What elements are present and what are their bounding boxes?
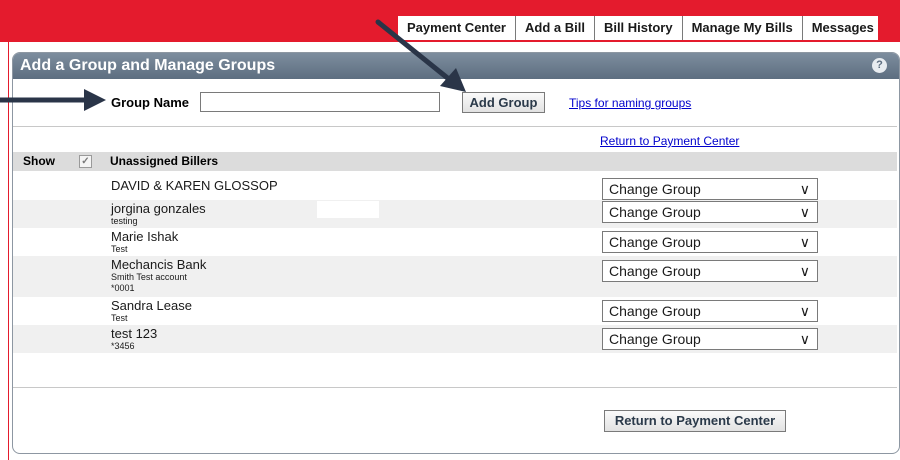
biller-nickname: Smith Test account	[111, 272, 187, 282]
group-name-input[interactable]	[200, 92, 440, 112]
divider	[13, 126, 897, 127]
chevron-down-icon: ∨	[799, 331, 810, 347]
table-row: DAVID & KAREN GLOSSOP Change Group ∨	[13, 175, 897, 200]
biller-name: Marie Ishak	[111, 229, 179, 244]
return-to-payment-center-button[interactable]: Return to Payment Center	[604, 410, 786, 432]
chevron-down-icon: ∨	[799, 303, 810, 319]
tips-for-naming-groups-link[interactable]: Tips for naming groups	[569, 96, 691, 110]
return-to-payment-center-link[interactable]: Return to Payment Center	[600, 134, 739, 148]
biller-nickname: testing	[111, 216, 138, 226]
change-group-select[interactable]: Change Group ∨	[602, 231, 818, 253]
help-icon[interactable]: ?	[872, 58, 887, 73]
change-group-select[interactable]: Change Group ∨	[602, 328, 818, 350]
divider	[13, 387, 897, 388]
biller-name: Sandra Lease	[111, 298, 192, 313]
tab-bill-history[interactable]: Bill History	[595, 16, 683, 40]
chevron-down-icon: ∨	[799, 263, 810, 279]
chevron-down-icon: ∨	[799, 234, 810, 250]
change-group-select[interactable]: Change Group ∨	[602, 300, 818, 322]
select-value: Change Group	[609, 181, 701, 197]
tab-payment-center[interactable]: Payment Center	[398, 16, 516, 40]
biller-account-number: *3456	[111, 341, 135, 351]
show-all-checkbox[interactable]: ✓	[79, 155, 92, 168]
select-value: Change Group	[609, 331, 701, 347]
table-row: jorgina gonzales testing Change Group ∨	[13, 200, 897, 228]
chevron-down-icon: ∨	[799, 204, 810, 220]
table-header: Show ✓ Unassigned Billers	[13, 152, 897, 171]
tab-messages[interactable]: Messages	[803, 16, 878, 40]
change-group-select[interactable]: Change Group ∨	[602, 178, 818, 200]
main-nav: Payment Center Add a Bill Bill History M…	[398, 16, 878, 40]
biller-name: Mechancis Bank	[111, 257, 207, 272]
chevron-down-icon: ∨	[799, 181, 810, 197]
select-value: Change Group	[609, 263, 701, 279]
panel-title: Add a Group and Manage Groups	[13, 53, 899, 79]
biller-name: DAVID & KAREN GLOSSOP	[111, 178, 278, 193]
change-group-select[interactable]: Change Group ∨	[602, 201, 818, 223]
group-name-label: Group Name	[111, 95, 190, 110]
table-row: Marie Ishak Test Change Group ∨	[13, 228, 897, 256]
biller-name: jorgina gonzales	[111, 201, 206, 216]
add-group-button[interactable]: Add Group	[462, 92, 545, 113]
biller-name: test 123	[111, 326, 158, 341]
tab-add-a-bill[interactable]: Add a Bill	[516, 16, 595, 40]
table-row: Sandra Lease Test Change Group ∨	[13, 297, 897, 325]
biller-nickname: Test	[111, 244, 128, 254]
change-group-select[interactable]: Change Group ∨	[602, 260, 818, 282]
select-value: Change Group	[609, 234, 701, 250]
show-column-label: Show	[23, 154, 55, 168]
tab-manage-my-bills[interactable]: Manage My Bills	[683, 16, 803, 40]
blank-cell	[317, 201, 379, 218]
biller-nickname: Test	[111, 313, 128, 323]
table-row: test 123 *3456 Change Group ∨	[13, 325, 897, 353]
select-value: Change Group	[609, 303, 701, 319]
select-value: Change Group	[609, 204, 701, 220]
biller-account-number: *0001	[111, 283, 135, 293]
unassigned-billers-header: Unassigned Billers	[110, 154, 219, 168]
table-row: Mechancis Bank Smith Test account *0001 …	[13, 256, 897, 297]
